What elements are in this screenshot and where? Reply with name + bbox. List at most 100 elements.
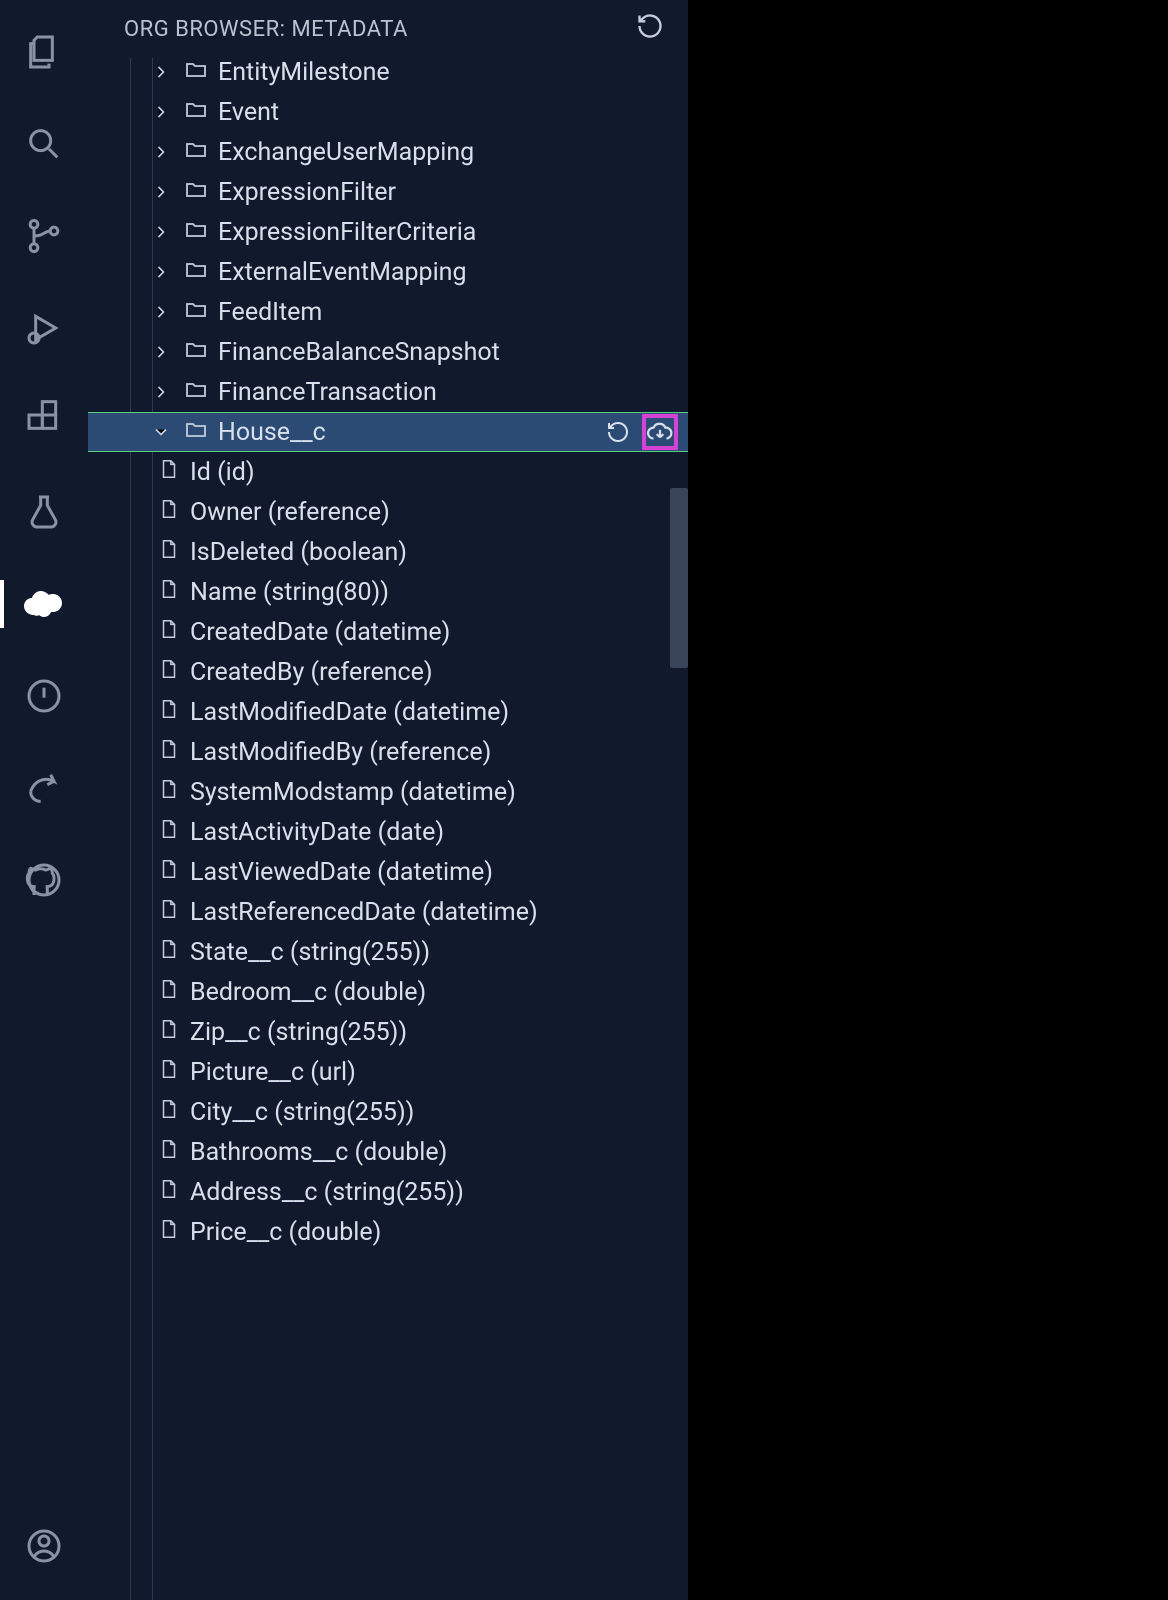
tree-field-label: Name (string(80)) [190, 578, 389, 607]
folder-icon [184, 417, 208, 448]
panel-refresh-button[interactable] [636, 12, 664, 46]
tree-folder-label: EntityMilestone [218, 58, 390, 87]
tree-field-label: LastReferencedDate (datetime) [190, 898, 538, 927]
tree-folder-label: ExchangeUserMapping [218, 138, 474, 167]
accounts-icon[interactable] [20, 1522, 68, 1570]
folder-icon [184, 377, 208, 408]
activity-bar [0, 0, 88, 1600]
extensions-icon[interactable] [20, 396, 68, 444]
chevron-right-icon [148, 222, 174, 242]
panel-title: ORG BROWSER: METADATA [124, 17, 408, 42]
refresh-node-button[interactable] [600, 414, 636, 450]
source-control-icon[interactable] [20, 212, 68, 260]
tree-field[interactable]: City__c (string(255)) [88, 1092, 688, 1132]
tree-field-label: Id (id) [190, 458, 255, 487]
file-icon [158, 778, 180, 807]
tree-folder[interactable]: FinanceTransaction [88, 372, 688, 412]
tree-field[interactable]: Zip__c (string(255)) [88, 1012, 688, 1052]
tree-folder[interactable]: ExpressionFilterCriteria [88, 212, 688, 252]
file-icon [158, 658, 180, 687]
folder-icon [184, 217, 208, 248]
tree-folder[interactable]: Event [88, 92, 688, 132]
tree-folder[interactable]: ExchangeUserMapping [88, 132, 688, 172]
tree-folder[interactable]: FinanceBalanceSnapshot [88, 332, 688, 372]
file-icon [158, 818, 180, 847]
file-icon [158, 1218, 180, 1247]
tree-field[interactable]: LastModifiedDate (datetime) [88, 692, 688, 732]
tree-field[interactable]: State__c (string(255)) [88, 932, 688, 972]
tree-field[interactable]: SystemModstamp (datetime) [88, 772, 688, 812]
salesforce-icon[interactable] [20, 580, 68, 628]
file-icon [158, 858, 180, 887]
tree-folder[interactable]: EntityMilestone [88, 58, 688, 92]
tree-field-label: IsDeleted (boolean) [190, 538, 407, 567]
tree-field[interactable]: CreatedDate (datetime) [88, 612, 688, 652]
file-icon [158, 1058, 180, 1087]
tree-field-label: Zip__c (string(255)) [190, 1018, 407, 1047]
scrollbar-thumb[interactable] [670, 488, 688, 668]
issues-icon[interactable] [20, 672, 68, 720]
tree-field[interactable]: Picture__c (url) [88, 1052, 688, 1092]
chevron-right-icon [148, 142, 174, 162]
tree-field[interactable]: Price__c (double) [88, 1212, 688, 1252]
file-icon [158, 1178, 180, 1207]
tree-field-label: SystemModstamp (datetime) [190, 778, 516, 807]
panel-header: ORG BROWSER: METADATA [88, 0, 688, 58]
tree-folder-label: FinanceBalanceSnapshot [218, 338, 500, 367]
tree-field[interactable]: Bathrooms__c (double) [88, 1132, 688, 1172]
tree-field[interactable]: CreatedBy (reference) [88, 652, 688, 692]
tree-field[interactable]: Bedroom__c (double) [88, 972, 688, 1012]
tree-field[interactable]: LastViewedDate (datetime) [88, 852, 688, 892]
file-icon [158, 618, 180, 647]
tree-field-label: Price__c (double) [190, 1218, 381, 1247]
tree-field-label: LastModifiedBy (reference) [190, 738, 491, 767]
tree-folder[interactable]: ExpressionFilter [88, 172, 688, 212]
tree-field[interactable]: Id (id) [88, 452, 688, 492]
file-icon [158, 1098, 180, 1127]
tree-field-label: LastModifiedDate (datetime) [190, 698, 509, 727]
tree-field[interactable]: Address__c (string(255)) [88, 1172, 688, 1212]
tree-field-label: State__c (string(255)) [190, 938, 430, 967]
tree-folder-selected[interactable]: House__c [88, 412, 688, 452]
share-icon[interactable] [20, 764, 68, 812]
file-icon [158, 498, 180, 527]
folder-icon [184, 137, 208, 168]
folder-icon [184, 257, 208, 288]
file-icon [158, 578, 180, 607]
tree-field[interactable]: Name (string(80)) [88, 572, 688, 612]
tree-field[interactable]: Owner (reference) [88, 492, 688, 532]
metadata-tree[interactable]: EntityMilestone Event ExchangeUserMappin… [88, 58, 688, 1600]
explorer-icon[interactable] [20, 28, 68, 76]
chevron-right-icon [148, 382, 174, 402]
file-icon [158, 938, 180, 967]
run-debug-icon[interactable] [20, 304, 68, 352]
tree-field-label: City__c (string(255)) [190, 1098, 414, 1127]
tree-folder[interactable]: ExternalEventMapping [88, 252, 688, 292]
tree-field[interactable]: LastActivityDate (date) [88, 812, 688, 852]
file-icon [158, 978, 180, 1007]
chevron-right-icon [148, 262, 174, 282]
tree-folder[interactable]: FeedItem [88, 292, 688, 332]
tree-field-label: Bathrooms__c (double) [190, 1138, 447, 1167]
folder-icon [184, 297, 208, 328]
org-browser-panel: ORG BROWSER: METADATA EntityMilestone Ev… [88, 0, 688, 1600]
tree-field[interactable]: LastModifiedBy (reference) [88, 732, 688, 772]
search-icon[interactable] [20, 120, 68, 168]
github-icon[interactable] [20, 856, 68, 904]
file-icon [158, 1138, 180, 1167]
tree-field-label: Owner (reference) [190, 498, 390, 527]
file-icon [158, 1018, 180, 1047]
chevron-right-icon [148, 102, 174, 122]
tree-field-label: LastViewedDate (datetime) [190, 858, 493, 887]
file-icon [158, 738, 180, 767]
retrieve-source-button[interactable] [642, 414, 678, 450]
folder-icon [184, 337, 208, 368]
tree-folder-label: FeedItem [218, 298, 322, 327]
tree-field[interactable]: LastReferencedDate (datetime) [88, 892, 688, 932]
folder-icon [184, 177, 208, 208]
chevron-right-icon [148, 342, 174, 362]
chevron-right-icon [148, 182, 174, 202]
tree-field[interactable]: IsDeleted (boolean) [88, 532, 688, 572]
testing-icon[interactable] [20, 488, 68, 536]
file-icon [158, 898, 180, 927]
